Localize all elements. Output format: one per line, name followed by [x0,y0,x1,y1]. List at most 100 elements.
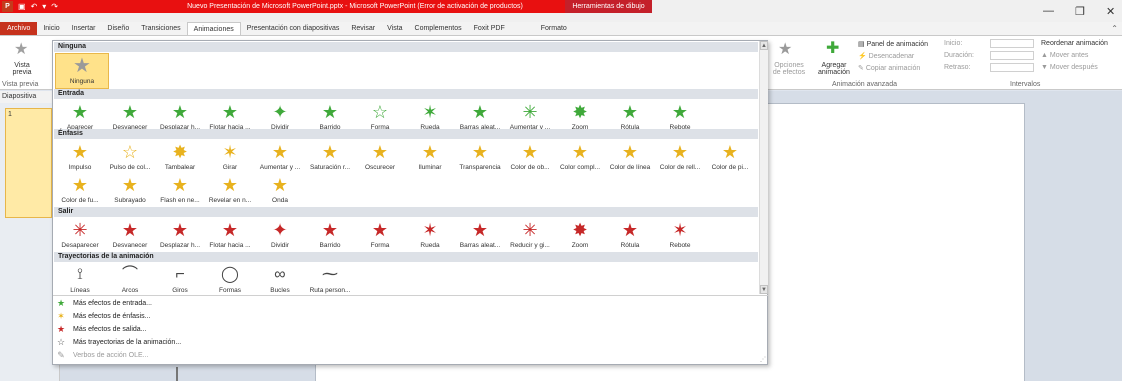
ole-action-verbs[interactable]: ✎ Verbos de acción OLE... [56,350,148,361]
entrance-effect[interactable]: ★ Barrido [305,100,355,131]
emphasis-effect[interactable]: ★ Flash en ne... [155,173,205,204]
start-select[interactable] [990,39,1034,48]
exit-effect[interactable]: ★ Forma [355,218,405,249]
star-icon: ★ [121,102,139,122]
undo-icon[interactable]: ↶ [31,2,38,11]
entrance-effect[interactable]: ✦ Dividir [255,100,305,131]
tab-review[interactable]: Revisar [345,22,381,35]
entrance-effect[interactable]: ★ Rótula [605,100,655,131]
motion-path-effect[interactable]: ⟟ Líneas [55,263,105,294]
powerpoint-app-icon[interactable]: P [2,1,13,12]
emphasis-effect[interactable]: ★ Oscurecer [355,140,405,171]
emphasis-effect[interactable]: ★ Aumentar y ... [255,140,305,171]
tab-view[interactable]: Vista [381,22,408,35]
copy-animation-button[interactable]: ✎ Copiar animación [858,64,920,72]
entrance-effect[interactable]: ★ Desvanecer [105,100,155,131]
emphasis-effect[interactable]: ★ Transparencia [455,140,505,171]
emphasis-effect[interactable]: ★ Color compl... [555,140,605,171]
tab-foxit[interactable]: Foxit PDF [468,22,511,35]
scroll-up-icon[interactable]: ▲ [760,41,768,50]
emphasis-effect[interactable]: ★ Subrayado [105,173,155,204]
emphasis-effect[interactable]: ★ Color de fu... [55,173,105,204]
exit-effect[interactable]: ✳ Reducir y gi... [505,218,555,249]
tab-format[interactable]: Formato [535,22,573,35]
effect-none[interactable]: ★ Ninguna [55,53,109,89]
entrance-effect[interactable]: ✸ Zoom [555,100,605,131]
more-motion-paths[interactable]: ☆ Más trayectorias de la animación... [56,337,181,348]
slide-thumbnail[interactable]: 1 [5,108,52,218]
tab-insert[interactable]: Insertar [66,22,102,35]
tab-slideshow[interactable]: Presentación con diapositivas [241,22,346,35]
exit-effect[interactable]: ★ Flotar hacia ... [205,218,255,249]
duration-field[interactable] [990,51,1034,60]
entrance-effect[interactable]: ★ Flotar hacia ... [205,100,255,131]
move-earlier-button[interactable]: ▲ Mover antes [1041,52,1088,59]
emphasis-effect[interactable]: ★ Saturación r... [305,140,355,171]
more-exit-effects[interactable]: ★ Más efectos de salida... [56,324,147,335]
motion-path-effect[interactable]: ∞ Bucles [255,263,305,294]
redo-icon[interactable]: ↷ [51,2,58,11]
tab-home[interactable]: Inicio [37,22,65,35]
emphasis-effect[interactable]: ★ Color de pi... [705,140,755,171]
tab-transitions[interactable]: Transiciones [135,22,186,35]
entrance-effect[interactable]: ★ Desplazar h... [155,100,205,131]
close-icon[interactable]: ✕ [1106,5,1115,18]
emphasis-effect[interactable]: ✸ Tambalear [155,140,205,171]
motion-path-effect[interactable]: ⁓ Ruta person... [305,263,355,294]
entrance-effect[interactable]: ★ Rebote [655,100,705,131]
emphasis-effect[interactable]: ★ Iluminar [405,140,455,171]
exit-effect[interactable]: ★ Desvanecer [105,218,155,249]
emphasis-effect[interactable]: ★ Color de ob... [505,140,555,171]
motion-path-effect[interactable]: ⌒ Arcos [105,263,155,294]
preview-button[interactable]: Vista previa [6,62,38,76]
star-icon: ☆ [121,142,139,162]
move-later-button[interactable]: ▼ Mover después [1041,64,1098,71]
motion-path-icon: ⌐ [175,266,185,283]
exit-effect[interactable]: ★ Barras aleat... [455,218,505,249]
chevron-down-icon[interactable]: ▾ [42,2,46,11]
entrance-effect[interactable]: ✶ Rueda [405,100,455,131]
emphasis-effect[interactable]: ★ Onda [255,173,305,204]
tab-design[interactable]: Diseño [101,22,135,35]
exit-effect[interactable]: ✶ Rueda [405,218,455,249]
emphasis-effect[interactable]: ★ Color de rell... [655,140,705,171]
exit-effect[interactable]: ✶ Rebote [655,218,705,249]
minimize-icon[interactable]: — [1043,5,1054,17]
emphasis-effect[interactable]: ☆ Pulso de col... [105,140,155,171]
tab-addins[interactable]: Complementos [409,22,468,35]
delay-field[interactable] [990,63,1034,72]
gallery-scrollbar[interactable]: ▲ ▼ [759,41,768,294]
save-icon[interactable]: ▣ [18,2,26,11]
exit-effect[interactable]: ★ Rótula [605,218,655,249]
exit-effect[interactable]: ★ Desplazar h... [155,218,205,249]
entrance-effect[interactable]: ★ Barras aleat... [455,100,505,131]
add-animation-button[interactable]: Agregar animación [815,62,853,76]
slides-pane-header[interactable]: Diapositiva [0,91,59,103]
entrance-effect[interactable]: ✳ Aumentar y ... [505,100,555,131]
emphasis-effect[interactable]: ★ Color de línea [605,140,655,171]
splitter-handle[interactable] [176,367,178,381]
effect-options-button[interactable]: Opciones de efectos [770,62,808,76]
exit-effect[interactable]: ✳ Desaparecer [55,218,105,249]
animation-pane-button[interactable]: ▤ Panel de animación [858,40,928,48]
exit-effect[interactable]: ✸ Zoom [555,218,605,249]
emphasis-effect[interactable]: ★ Impulso [55,140,105,171]
entrance-effect[interactable]: ★ Aparecer [55,100,105,131]
emphasis-effect[interactable]: ★ Revelar en n... [205,173,255,204]
more-emphasis-effects[interactable]: ✶ Más efectos de énfasis... [56,311,150,322]
motion-path-effect[interactable]: ⌐ Giros [155,263,205,294]
restore-icon[interactable]: ❐ [1075,5,1085,18]
ribbon-minimize-icon[interactable]: ⌃ [1111,22,1122,35]
tab-animations[interactable]: Animaciones [186,22,241,35]
motion-path-effect[interactable]: ◯ Formas [205,263,255,294]
scroll-down-icon[interactable]: ▼ [760,285,768,294]
emphasis-effect-label: Color de pi... [711,164,749,171]
emphasis-effect[interactable]: ✶ Girar [205,140,255,171]
tab-file[interactable]: Archivo [0,22,38,35]
more-entrance-effects[interactable]: ★ Más efectos de entrada... [56,298,152,309]
exit-effect[interactable]: ★ Barrido [305,218,355,249]
exit-effect[interactable]: ✦ Dividir [255,218,305,249]
trigger-button[interactable]: ⚡ Desencadenar [858,52,914,60]
entrance-effect[interactable]: ☆ Forma [355,100,405,131]
resize-grip-icon[interactable]: ⋰ [760,356,766,363]
